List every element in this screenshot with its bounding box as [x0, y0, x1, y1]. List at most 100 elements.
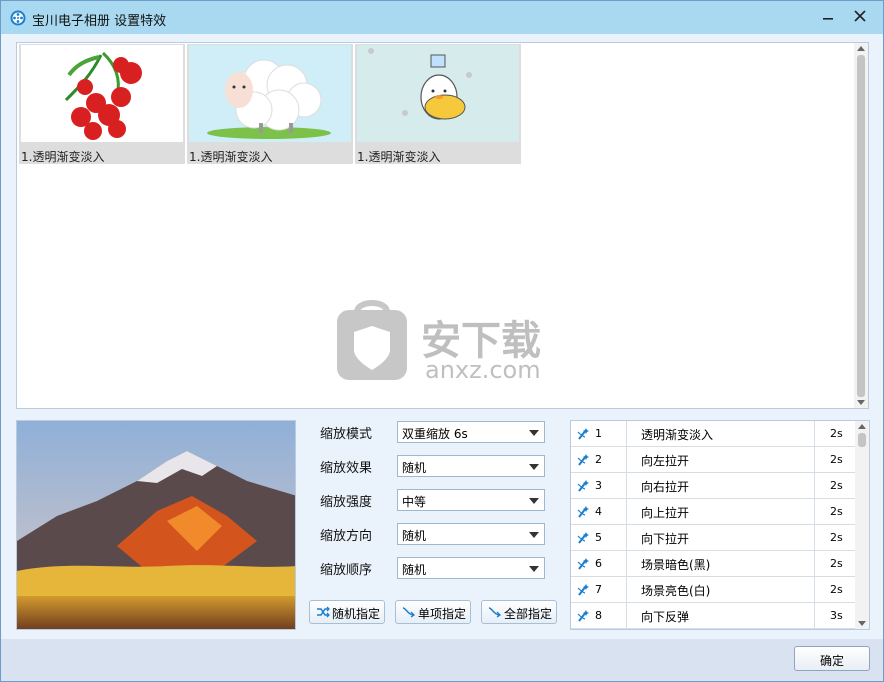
magic-wand-icon: [577, 558, 589, 570]
preview-image: [16, 420, 296, 630]
thumbnail-caption: 1.透明渐变淡入: [357, 150, 441, 164]
effect-name: 透明渐变淡入: [641, 428, 714, 442]
magic-wand-icon: [577, 428, 589, 440]
effect-duration: 2s: [830, 427, 843, 440]
zoom-order-select[interactable]: 随机: [397, 557, 545, 579]
effect-name-cell: 向左拉开: [627, 447, 815, 472]
zoom-direction-select[interactable]: 随机: [397, 523, 545, 545]
dialog-footer: [1, 639, 883, 681]
effect-name: 向下反弹: [641, 610, 690, 624]
zoom-order-label: 缩放顺序: [320, 563, 373, 578]
effect-name-cell: 向下反弹: [627, 603, 815, 628]
effect-index-cell: 6: [571, 551, 627, 576]
zoom-effect-label: 缩放效果: [320, 461, 373, 476]
scroll-down-arrow-icon[interactable]: [858, 621, 866, 626]
effect-duration: 3s: [830, 609, 843, 622]
zoom-mode-label: 缩放模式: [320, 427, 373, 442]
title-bar: 宝川电子相册 设置特效: [1, 1, 883, 34]
effect-name-cell: 透明渐变淡入: [627, 421, 815, 446]
mountain-lake-landscape: [17, 421, 295, 629]
zoom-direction-label: 缩放方向: [320, 529, 373, 544]
magic-wand-icon: [577, 532, 589, 544]
gallery-scrollbar[interactable]: [854, 43, 868, 408]
chevron-down-icon: [529, 464, 539, 470]
minimize-icon[interactable]: [816, 7, 840, 25]
effect-row[interactable]: 5 向下拉开 2s: [571, 525, 855, 551]
effect-name-cell: 场景暗色(黑): [627, 551, 815, 576]
random-assign-button[interactable]: 随机指定: [309, 600, 385, 624]
effect-row[interactable]: 6 场景暗色(黑) 2s: [571, 551, 855, 577]
zoom-strength-select[interactable]: 中等: [397, 489, 545, 511]
thumbnail-caption: 1.透明渐变淡入: [189, 150, 273, 164]
effect-number: 3: [595, 479, 602, 492]
magic-wand-icon: [577, 506, 589, 518]
zoom-effect-select[interactable]: 随机: [397, 455, 545, 477]
magic-wand-icon: [577, 454, 589, 466]
cartoon-sheep-image: [189, 45, 351, 142]
effect-name: 场景暗色(黑): [641, 558, 711, 572]
close-icon[interactable]: [848, 7, 872, 25]
effect-name-cell: 向右拉开: [627, 473, 815, 498]
effects-list-scrollbar[interactable]: [855, 421, 869, 629]
effect-index-cell: 5: [571, 525, 627, 550]
effect-row[interactable]: 7 场景亮色(白) 2s: [571, 577, 855, 603]
scroll-down-arrow-icon[interactable]: [857, 400, 865, 405]
effect-row[interactable]: 8 向下反弹 3s: [571, 603, 855, 629]
effect-name-cell: 向下拉开: [627, 525, 815, 550]
ok-button[interactable]: 确定: [794, 646, 870, 671]
chevron-down-icon: [529, 498, 539, 504]
zoom-mode-select[interactable]: 双重缩放 6s: [397, 421, 545, 443]
effect-index-cell: 1: [571, 421, 627, 446]
watermark-logo: 安下载 anxz.com: [335, 298, 555, 388]
effect-name: 向上拉开: [641, 506, 690, 520]
effect-name-cell: 场景亮色(白): [627, 577, 815, 602]
effect-row[interactable]: 3 向右拉开 2s: [571, 473, 855, 499]
effect-row[interactable]: 1 透明渐变淡入 2s: [571, 421, 855, 447]
zoom-strength-label: 缩放强度: [320, 495, 373, 510]
effect-number: 8: [595, 609, 602, 622]
effect-number: 6: [595, 557, 602, 570]
window-title: 宝川电子相册 设置特效: [32, 14, 167, 29]
effect-row[interactable]: 4 向上拉开 2s: [571, 499, 855, 525]
photo-gallery: 1.透明渐变淡入 1.透明渐变淡入 1.透明渐变淡入 安下载 anxz.com: [16, 42, 869, 409]
effect-number: 2: [595, 453, 602, 466]
watermark-domain: anxz.com: [425, 356, 541, 384]
scroll-up-arrow-icon[interactable]: [857, 46, 865, 51]
cartoon-duck-image: [357, 45, 519, 142]
effect-index-cell: 3: [571, 473, 627, 498]
effect-name: 向右拉开: [641, 480, 690, 494]
chevron-down-icon: [529, 566, 539, 572]
lychee-fruit-image: [21, 45, 183, 142]
magic-wand-icon: [577, 610, 589, 622]
thumbnail-caption: 1.透明渐变淡入: [21, 150, 105, 164]
effect-index-cell: 2: [571, 447, 627, 472]
effect-name: 向下拉开: [641, 532, 690, 546]
chevron-down-icon: [529, 532, 539, 538]
assign-all-button[interactable]: 全部指定: [481, 600, 557, 624]
effects-dialog: 宝川电子相册 设置特效 1.透明渐变淡入 1.透明渐变淡入 1.透明渐变淡入 安…: [0, 0, 884, 682]
effect-duration: 2s: [830, 531, 843, 544]
curve-arrow-icon: [402, 607, 416, 618]
effect-duration: 2s: [830, 583, 843, 596]
film-reel-icon: [10, 10, 26, 26]
magic-wand-icon: [577, 480, 589, 492]
photo-thumbnail[interactable]: 1.透明渐变淡入: [355, 44, 521, 164]
curve-arrow-icon: [488, 607, 502, 618]
photo-thumbnail[interactable]: 1.透明渐变淡入: [187, 44, 353, 164]
chevron-down-icon: [529, 430, 539, 436]
photo-thumbnail[interactable]: 1.透明渐变淡入: [19, 44, 185, 164]
scrollbar-thumb[interactable]: [858, 433, 866, 447]
effect-number: 1: [595, 427, 602, 440]
effect-row[interactable]: 2 向左拉开 2s: [571, 447, 855, 473]
single-assign-button[interactable]: 单项指定: [395, 600, 471, 624]
effect-name-cell: 向上拉开: [627, 499, 815, 524]
magic-wand-icon: [577, 584, 589, 596]
shuffle-icon: [317, 606, 330, 618]
scroll-up-arrow-icon[interactable]: [858, 424, 866, 429]
effect-number: 4: [595, 505, 602, 518]
effect-index-cell: 7: [571, 577, 627, 602]
effect-duration: 2s: [830, 557, 843, 570]
effect-duration: 2s: [830, 505, 843, 518]
scrollbar-thumb[interactable]: [857, 55, 865, 397]
effect-name: 向左拉开: [641, 454, 690, 468]
